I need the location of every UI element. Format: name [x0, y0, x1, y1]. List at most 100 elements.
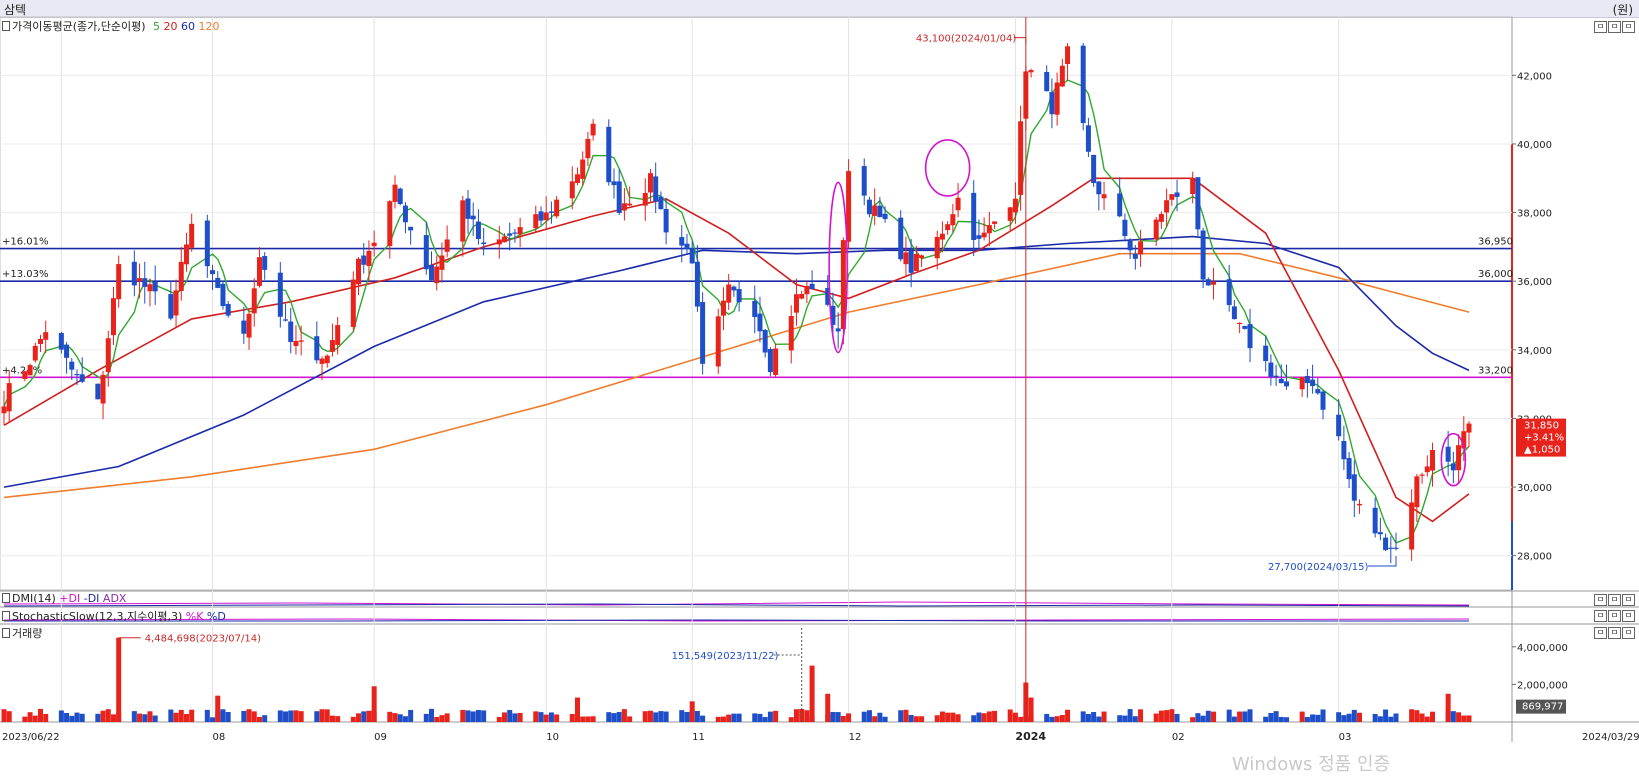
maximize-icon[interactable]: ㅁ: [1622, 594, 1635, 606]
stochastic-panel-label[interactable]: StochasticSlow(12,3,지수이평,3) %K %D: [2, 608, 226, 624]
price-panel-label[interactable]: 가격이동평균(종가,단순이평) 5 20 60 120: [2, 18, 220, 34]
volume-bar: [465, 710, 471, 722]
volume-bar: [726, 714, 732, 722]
candle-body: [861, 166, 867, 196]
date-tick-label: 2023/06/22: [2, 732, 60, 743]
candle-body: [392, 184, 398, 202]
candle-body: [574, 174, 580, 183]
restore-icon[interactable]: ㅁ: [1608, 610, 1621, 622]
collapse-icon[interactable]: [2, 21, 10, 31]
volume-bar: [694, 711, 700, 722]
volume-bar: [298, 711, 304, 722]
price-panel-window-buttons[interactable]: ㅁㅁㅁ: [1594, 21, 1635, 33]
candle-body: [1, 406, 7, 414]
volume-bar: [262, 715, 268, 722]
collapse-icon[interactable]: [2, 593, 10, 603]
volume-bar: [872, 716, 878, 722]
volume-bar: [142, 714, 148, 722]
maximize-icon[interactable]: ㅁ: [1622, 627, 1635, 639]
candle-body: [147, 284, 153, 292]
candle-body: [178, 261, 184, 291]
price-chart[interactable]: 28,00030,00032,00034,00036,00038,00040,0…: [0, 0, 1639, 773]
candle-body: [137, 278, 143, 282]
candle-body: [939, 233, 945, 240]
candle-body: [356, 258, 362, 285]
volume-bar: [554, 714, 560, 722]
volume-bar: [1059, 714, 1065, 722]
volume-bar: [1393, 713, 1399, 722]
restore-icon[interactable]: ㅁ: [1608, 594, 1621, 606]
stochastic-window-buttons[interactable]: ㅁㅁㅁ: [1594, 610, 1635, 622]
volume-bar: [736, 713, 742, 722]
candle-body: [204, 220, 210, 267]
volume-window-buttons[interactable]: ㅁㅁㅁ: [1594, 627, 1635, 639]
volume-bar: [183, 713, 189, 722]
dmi-minus-di: -DI: [83, 592, 100, 605]
volume-bar: [335, 716, 341, 722]
volume-bar: [173, 712, 179, 722]
volume-bar: [481, 710, 487, 722]
volume-bar: [1273, 711, 1279, 722]
candle-body: [512, 232, 518, 234]
volume-bar: [642, 711, 648, 722]
candle-body: [142, 278, 148, 287]
volume-panel-label[interactable]: 거래량: [2, 625, 42, 641]
volume-bar: [788, 717, 794, 722]
candle-body: [1383, 537, 1389, 551]
candle-body: [1268, 362, 1274, 377]
dmi-panel-label[interactable]: DMI(14) +DI -DI ADX: [2, 592, 126, 605]
volume-bar: [1065, 709, 1071, 722]
ma120-label: 120: [198, 20, 220, 33]
dmi-window-buttons[interactable]: ㅁㅁㅁ: [1594, 594, 1635, 606]
candle-body: [283, 319, 289, 321]
minimize-icon[interactable]: ㅁ: [1594, 610, 1607, 622]
volume-bar: [835, 712, 841, 722]
candle-body: [335, 325, 341, 345]
candle-body: [606, 126, 612, 183]
candle-body: [256, 257, 262, 286]
collapse-icon[interactable]: [2, 611, 10, 621]
volume-bar: [1190, 717, 1196, 722]
candle-body: [1450, 463, 1456, 471]
volume-bar: [1101, 711, 1107, 722]
volume-bar: [324, 709, 330, 722]
volume-bar: [210, 717, 216, 722]
volume-bar: [1268, 712, 1274, 722]
maximize-icon[interactable]: ㅁ: [1622, 610, 1635, 622]
volume-bar: [1169, 709, 1175, 722]
volume-bar: [32, 715, 38, 722]
volume-bar: [314, 711, 320, 722]
volume-bar: [356, 713, 362, 722]
minimize-icon[interactable]: ㅁ: [1594, 627, 1607, 639]
volume-bar: [1320, 709, 1326, 722]
candle-body: [731, 286, 737, 291]
candle-body: [1320, 391, 1326, 410]
candle-body: [1138, 241, 1144, 255]
candle-body: [799, 293, 805, 299]
restore-icon[interactable]: ㅁ: [1608, 21, 1621, 33]
volume-bar: [793, 709, 799, 722]
collapse-icon[interactable]: [2, 628, 10, 638]
volume-bar: [752, 713, 758, 722]
volume-bar: [168, 709, 174, 722]
volume-bar: [350, 716, 356, 722]
candle-body: [1346, 458, 1352, 480]
maximize-icon[interactable]: ㅁ: [1622, 21, 1635, 33]
volume-bar: [470, 711, 476, 722]
minimize-icon[interactable]: ㅁ: [1594, 21, 1607, 33]
minimize-icon[interactable]: ㅁ: [1594, 594, 1607, 606]
candle-body: [298, 340, 304, 342]
reference-line-value: 33,200: [1478, 365, 1513, 376]
current-price: 31,850: [1524, 421, 1559, 432]
price-tick-label: 34,000: [1517, 346, 1552, 357]
volume-bar: [434, 717, 440, 722]
candle-body: [501, 236, 507, 243]
volume-bar: [43, 713, 49, 722]
date-tick-label: 03: [1339, 732, 1352, 743]
candle-body: [1164, 200, 1170, 213]
candle-body: [32, 345, 38, 361]
candle-body: [1190, 177, 1196, 195]
restore-icon[interactable]: ㅁ: [1608, 627, 1621, 639]
candle-body: [950, 214, 956, 226]
volume-bar: [58, 710, 64, 722]
